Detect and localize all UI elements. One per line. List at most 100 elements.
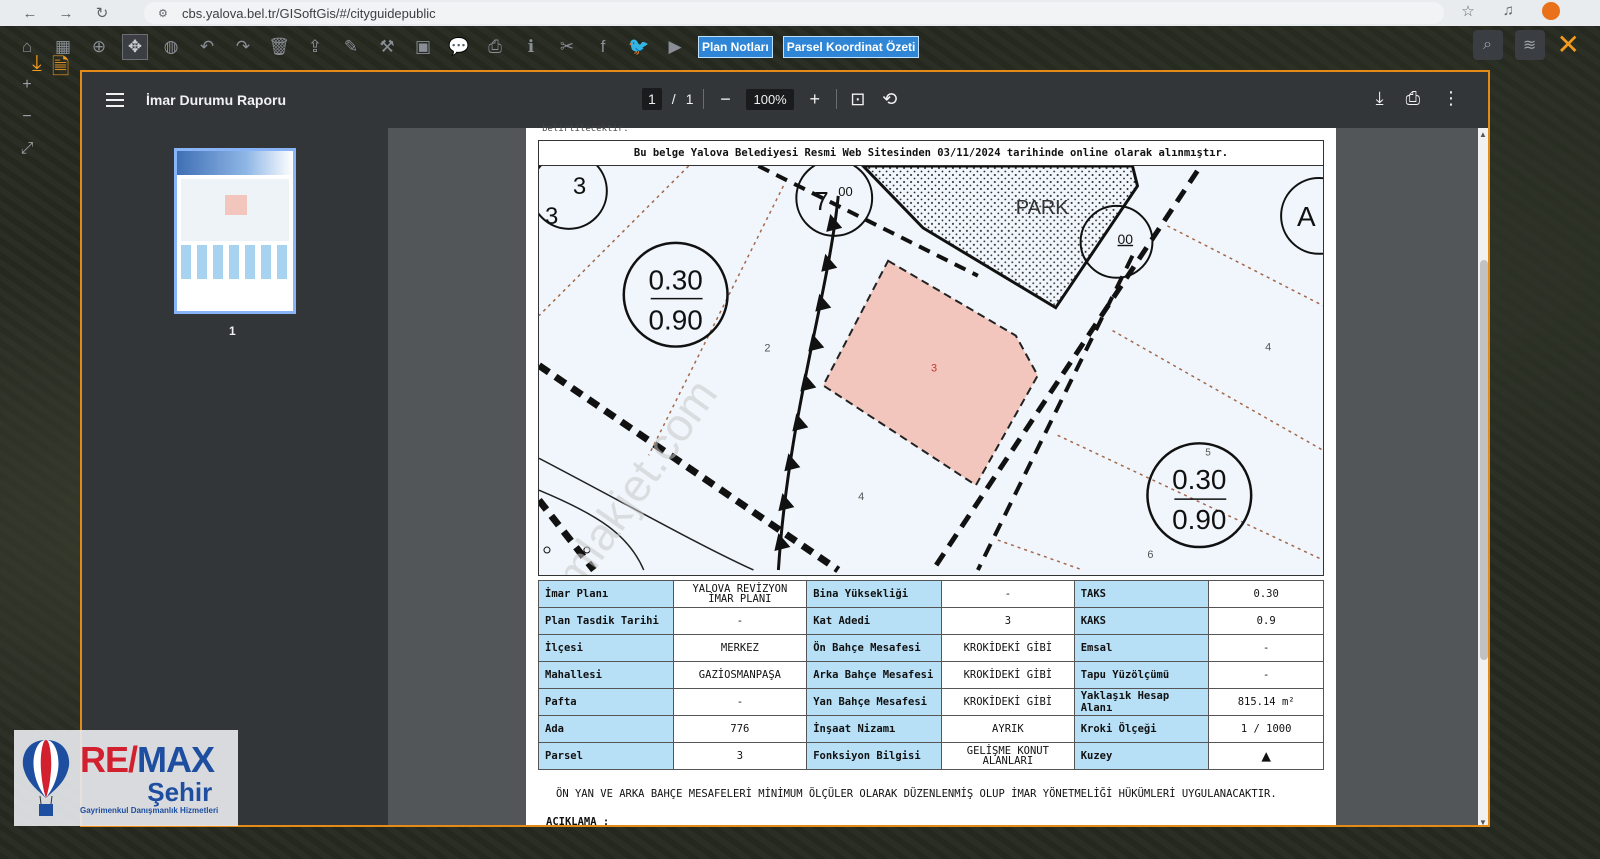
bookmark-star-icon[interactable]: ☆	[1461, 2, 1474, 20]
table-row: Pafta - Yan Bahçe Mesafesi KROKİDEKİ GİBİ Ya…	[538, 688, 1324, 716]
share-icon[interactable]: ⇪	[302, 34, 328, 60]
youtube-icon[interactable]: ▶	[662, 34, 688, 60]
frame-icon[interactable]: ▣	[410, 34, 436, 60]
export-file-icon[interactable]: 🗎	[52, 50, 70, 88]
facebook-icon[interactable]: f	[590, 34, 616, 60]
table-label-cell: İmar Planı	[538, 580, 674, 608]
zoom-minus-icon[interactable]: −	[22, 108, 31, 126]
zoning-info-table: İmar Planı YALOVA REVİZYON İMAR PLANI Bina…	[538, 580, 1324, 770]
table-value-cell: KROKİDEKİ GİBİ	[941, 688, 1075, 716]
extensions-icon[interactable]: ♫	[1503, 2, 1514, 20]
table-label-cell: İnşaat Nizamı	[806, 715, 943, 743]
zoom-in-icon[interactable]: ⊕	[86, 34, 112, 60]
pdf-viewer: İmar Durumu Raporu 1 / 1 − 100% + ⊡ ⟲ ⤓ …	[80, 70, 1490, 827]
page-number-input[interactable]: 1	[642, 88, 662, 110]
pdf-page: belirtilecektir. Bu belge Yalova Belediy…	[526, 124, 1336, 827]
scroll-thumb[interactable]	[1480, 260, 1488, 660]
browser-actions: ☆ ♫	[1461, 2, 1560, 20]
table-label-cell: Yaklaşık Hesap Alanı	[1073, 688, 1210, 716]
parcel-number: 4	[1265, 342, 1271, 354]
table-value-cell: YALOVA REVİZYON İMAR PLANI	[672, 580, 808, 608]
download-actions: ⤓ 🗎	[32, 50, 69, 88]
pan-icon[interactable]: ✥	[122, 34, 148, 60]
forward-icon[interactable]: →	[48, 5, 84, 22]
page-controls: 1 / 1 − 100% + ⊡ ⟲	[642, 88, 901, 110]
divider	[835, 89, 837, 109]
scissor-icon[interactable]: ✂	[554, 34, 580, 60]
table-row: Plan Tasdik Tarihi - Kat Adedi 3 KAKS 0.9	[538, 607, 1324, 635]
cut-off-text: belirtilecektir.	[542, 124, 629, 134]
table-label-cell: Ada	[538, 715, 674, 743]
table-value-cell: -	[672, 688, 808, 716]
vertical-scrollbar[interactable]: ▲ ▼	[1478, 128, 1488, 825]
site-info-icon[interactable]: ⚙	[158, 7, 172, 20]
scroll-down-icon[interactable]: ▼	[1479, 818, 1487, 825]
parcel-number: 5	[1205, 447, 1211, 458]
parcel-number: 6	[1147, 549, 1153, 561]
office-tagline: Gayrimenkul Danışmanlık Hizmetleri	[80, 805, 219, 815]
park-label: PARK	[1016, 197, 1070, 219]
reload-icon[interactable]: ↻	[84, 4, 120, 22]
remax-logo: RE/MAX Şehir Gayrimenkul Danışmanlık Hiz…	[14, 730, 238, 826]
more-options-icon[interactable]: ⋮	[1442, 88, 1460, 109]
page-thumbnail[interactable]	[174, 148, 296, 314]
measure-icon[interactable]: ⚒	[374, 34, 400, 60]
download-icon[interactable]: ⤓	[1376, 88, 1384, 109]
pencil-icon[interactable]: ✎	[338, 34, 364, 60]
delete-icon[interactable]: 🗑	[266, 34, 292, 60]
page-separator: /	[671, 91, 676, 107]
globe-icon[interactable]: ◍	[158, 34, 184, 60]
fullscreen-icon[interactable]: ⤢	[21, 140, 34, 158]
zoom-plus-icon[interactable]: +	[22, 76, 31, 94]
table-value-cell: KROKİDEKİ GİBİ	[941, 634, 1075, 662]
comment-icon[interactable]: 💬	[446, 34, 472, 60]
address-bar[interactable]: ⚙ cbs.yalova.bel.tr/GISoftGis/#/cityguid…	[144, 2, 1444, 24]
search-icon[interactable]: ⌕	[1472, 30, 1503, 60]
close-viewer-icon[interactable]: ✕	[1557, 31, 1580, 59]
table-value-cell: GAZİOSMANPAŞA	[672, 661, 808, 689]
table-row: Mahallesi GAZİOSMANPAŞA Arka Bahçe Mesafes…	[538, 661, 1324, 689]
layer-stack-icon[interactable]: ≋	[1514, 30, 1545, 60]
table-label-cell: TAKS	[1073, 580, 1210, 608]
profile-avatar[interactable]	[1542, 2, 1560, 20]
print-icon[interactable]: ⎙	[482, 34, 508, 60]
redo-icon[interactable]: ↷	[230, 34, 256, 60]
scroll-up-icon[interactable]: ▲	[1479, 130, 1487, 139]
description-label: AÇIKLAMA :	[546, 816, 610, 827]
table-value-cell: 776	[672, 715, 808, 743]
back-icon[interactable]: ←	[12, 5, 48, 22]
coef-bottom-left: 0.90	[648, 305, 702, 336]
plan-notes-button[interactable]: Plan Notları	[698, 36, 773, 58]
office-name: Şehir	[147, 776, 213, 807]
info-icon[interactable]: ℹ	[518, 34, 544, 60]
parcel-coordinates-button[interactable]: Parsel Koordinat Özeti	[782, 36, 920, 58]
corner-label: 3	[573, 173, 586, 200]
rotate-icon[interactable]: ⟲	[879, 89, 901, 110]
print-icon[interactable]: ⎙	[1406, 88, 1420, 109]
fit-page-icon[interactable]: ⊡	[847, 89, 869, 110]
balloon-icon	[22, 740, 70, 816]
gis-toolbar: ⌂ ▦ ⊕ ✥ ◍ ↶ ↷ 🗑 ⇪ ✎ ⚒ ▣ 💬 ⎙ ℹ ✂ f 🐦 ▶ Pl…	[0, 28, 1600, 66]
table-label-cell: Kuzey	[1073, 742, 1210, 770]
zoom-out-icon[interactable]: −	[714, 89, 736, 110]
twitter-icon[interactable]: 🐦	[626, 34, 652, 60]
table-label-cell: Arka Bahçe Mesafesi	[806, 661, 943, 689]
table-label-cell: Yan Bahçe Mesafesi	[806, 688, 943, 716]
table-value-cell: 3	[941, 607, 1075, 635]
document-title: İmar Durumu Raporu	[146, 92, 287, 108]
coef-top-left: 0.30	[648, 265, 702, 296]
menu-icon[interactable]	[106, 93, 124, 107]
undo-icon[interactable]: ↶	[194, 34, 220, 60]
divider	[703, 89, 705, 109]
gis-right-tools: ⌕ ≋ ✕	[1472, 30, 1580, 60]
table-value-cell: -	[672, 607, 808, 635]
table-row: Parsel 3 Fonksiyon Bilgisi GELİŞME KONUT AL…	[538, 742, 1324, 770]
online-notice: Bu belge Yalova Belediyesi Resmi Web Sit…	[538, 140, 1324, 166]
zoom-level-input[interactable]: 100%	[746, 88, 794, 110]
corner-label: A	[1297, 201, 1316, 232]
download-document-icon[interactable]: ⤓	[32, 50, 42, 88]
parcel-number: 2	[764, 343, 770, 355]
browser-bar: ← → ↻ ⚙ cbs.yalova.bel.tr/GISoftGis/#/ci…	[0, 0, 1600, 26]
zoom-in-icon[interactable]: +	[804, 89, 826, 110]
table-label-cell: Parsel	[538, 742, 674, 770]
